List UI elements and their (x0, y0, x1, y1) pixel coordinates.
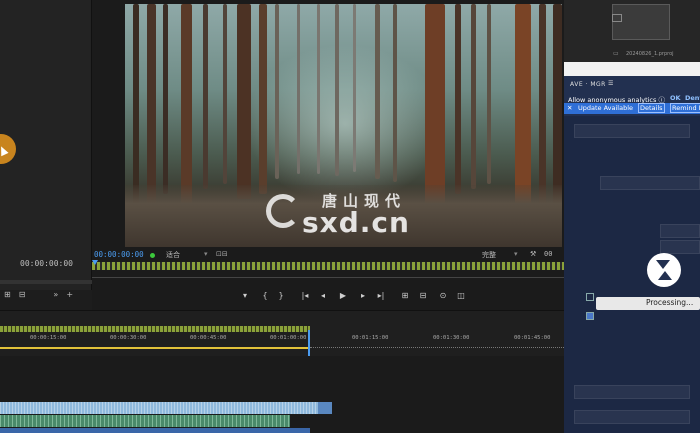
analytics-ok-button[interactable]: OK (670, 94, 681, 102)
step-back-button[interactable]: ◂ (316, 291, 330, 300)
ave-field (574, 385, 690, 399)
program-timecode[interactable]: 00:00:00:00 (94, 250, 144, 259)
folder-icon: ▭ (613, 50, 619, 57)
fit-select[interactable]: 适合 (166, 250, 180, 260)
source-controls: ⊞ ⊟ » + (4, 290, 90, 304)
ave-field (574, 124, 690, 138)
ave-title: AVE · MGR (570, 81, 606, 88)
video-clip[interactable] (318, 402, 332, 414)
project-thumbnail[interactable] (612, 4, 670, 40)
ave-field (660, 224, 700, 238)
extract-button[interactable]: ⊟ (416, 291, 430, 300)
video-clip[interactable] (0, 402, 318, 414)
monitor-info-bar: 00:00:00:00 适合 ▾ ⊡⊟ 完整 ▾ ⚒ 00 (92, 250, 564, 262)
ruler-label: 00:00:30:00 (110, 335, 147, 341)
monitor-time-ruler[interactable] (92, 262, 564, 270)
ave-field (600, 176, 700, 190)
export-frame-button[interactable]: ⊙ (436, 291, 450, 300)
ave-field (574, 410, 690, 424)
ruler-label: 00:00:45:00 (190, 335, 227, 341)
add-marker-button[interactable]: ▾ (238, 291, 252, 300)
insert-icon[interactable]: ⊞ (4, 290, 11, 304)
remind-button[interactable]: Remind M (670, 103, 700, 113)
go-to-in-button[interactable]: |◂ (298, 291, 312, 300)
safe-margins-icon[interactable]: ⊡⊟ (216, 250, 228, 258)
timeline-playhead[interactable] (308, 330, 310, 356)
quality-select[interactable]: 完整 (482, 250, 496, 260)
wrench-icon[interactable]: ⚒ (530, 250, 536, 258)
comparison-view-button[interactable]: ◫ (454, 291, 468, 300)
sequence-icon (612, 14, 622, 22)
watermark-logo-icon (266, 194, 300, 228)
mark-in-button[interactable]: { (258, 291, 272, 300)
ave-header: AVE · MGR ☰ (564, 80, 700, 90)
work-area-bar[interactable] (0, 347, 310, 349)
go-to-out-button[interactable]: ▸| (374, 291, 388, 300)
more-button[interactable]: » (53, 290, 58, 304)
monitor-scrub-line[interactable] (92, 272, 564, 278)
checkbox[interactable] (586, 293, 594, 301)
details-button[interactable]: Details (638, 103, 665, 113)
source-scrub-bar[interactable] (0, 280, 92, 284)
play-button[interactable]: ▶ (336, 291, 350, 300)
chevron-down-icon[interactable]: ▾ (514, 250, 518, 258)
close-icon[interactable]: ✕ (567, 104, 572, 112)
source-timecode: 00:00:00:00 (20, 259, 73, 268)
monitor-playhead[interactable] (92, 260, 98, 286)
track-selection-bar (0, 428, 310, 433)
processing-text: Processing... (646, 298, 694, 307)
status-dot-icon (150, 253, 155, 258)
watermark-text-en: sxd.cn (302, 206, 410, 239)
ave-top-bar (564, 62, 700, 76)
ruler-label: 00:00:15:00 (30, 335, 67, 341)
lift-button[interactable]: ⊞ (398, 291, 412, 300)
loading-spinner-icon (647, 253, 681, 287)
audio-clip[interactable] (0, 415, 290, 427)
update-text: Update Available (578, 104, 634, 112)
step-forward-button[interactable]: ▸ (356, 291, 370, 300)
chevron-down-icon[interactable]: ▾ (204, 250, 208, 258)
mark-out-button[interactable]: } (274, 291, 288, 300)
add-button[interactable]: + (66, 290, 73, 304)
menu-icon[interactable]: ☰ (608, 80, 613, 87)
transport-controls: ▾ { } |◂ ◂ ▶ ▸ ▸| ⊞ ⊟ ⊙ ◫ (92, 291, 564, 305)
duration-timecode: 00 (544, 250, 553, 258)
analytics-text: Allow anonymous analytics ⓘ (568, 96, 665, 103)
project-file-name[interactable]: 20240826_1.prproj (626, 51, 674, 57)
watermark: 唐山现代 sxd.cn (262, 188, 442, 240)
checkbox-checked[interactable] (586, 312, 594, 320)
ruler-label: 00:01:45:00 (514, 335, 551, 341)
analytics-deny-button[interactable]: Deny (685, 94, 700, 102)
ruler-label: 00:01:00:00 (270, 335, 307, 341)
ruler-label: 00:01:15:00 (352, 335, 389, 341)
ruler-label: 00:01:30:00 (433, 335, 470, 341)
overwrite-icon[interactable]: ⊟ (19, 290, 26, 304)
timeline-dotted-line (310, 347, 564, 348)
analytics-bar: Allow anonymous analytics ⓘ OK Deny (564, 93, 700, 103)
update-bar: ✕ Update Available Details Remind M (564, 103, 700, 114)
